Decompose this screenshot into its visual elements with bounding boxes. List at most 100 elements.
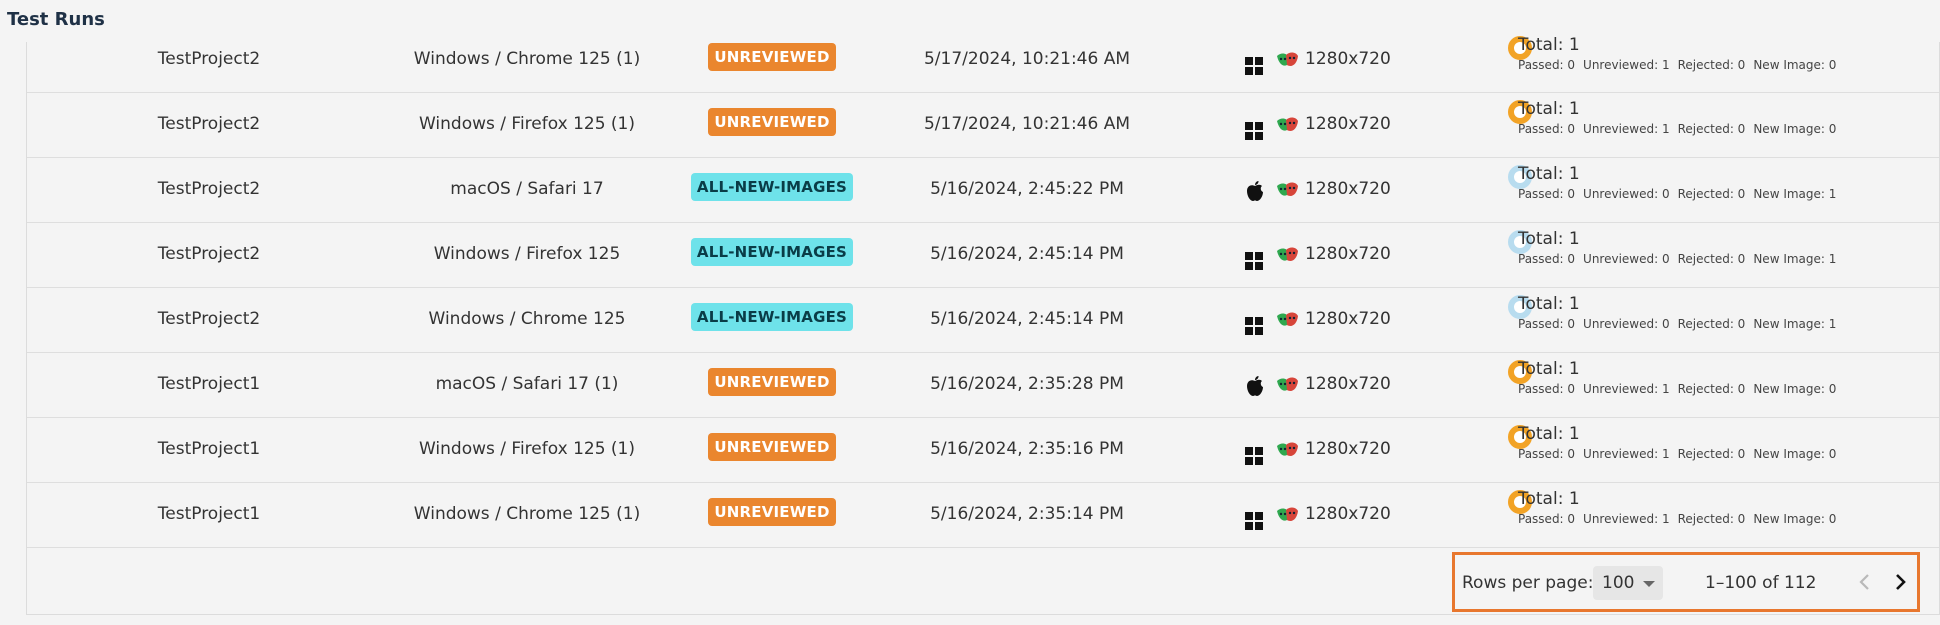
- browser-name: Windows / Firefox 125 (1): [418, 439, 636, 459]
- project-name: TestProject2: [157, 309, 261, 329]
- summary-unreviewed: Unreviewed: 0: [1583, 252, 1670, 266]
- status-cell: ALL-NEW-IMAGES: [667, 303, 877, 331]
- viewport-size: 1280x720: [1305, 49, 1391, 69]
- table-row[interactable]: TestProject2 Windows / Chrome 125 ALL-NEW-…: [27, 288, 1939, 353]
- summary-details: Passed: 0 Unreviewed: 1 Rejected: 0 New Ima…: [1518, 58, 1844, 72]
- summary-details: Passed: 0 Unreviewed: 1 Rejected: 0 New Ima…: [1518, 382, 1844, 396]
- browser-name: Windows / Firefox 125 (1): [418, 114, 636, 134]
- project-name: TestProject2: [157, 49, 261, 69]
- windows-icon: [1245, 122, 1263, 140]
- os-cell: [1245, 375, 1265, 402]
- table-row[interactable]: TestProject1 macOS / Safari 17 (1) UNREVIE…: [27, 353, 1939, 418]
- summary-details: Passed: 0 Unreviewed: 0 Rejected: 0 New Ima…: [1518, 187, 1844, 201]
- os-cell: [1245, 115, 1263, 140]
- status-badge: ALL-NEW-IMAGES: [690, 238, 854, 266]
- rows-per-page-value: 100: [1602, 573, 1635, 593]
- table-body: TestProject2 Windows / Chrome 125 (1) UNRE…: [27, 35, 1939, 548]
- summary-new-image: New Image: 0: [1753, 447, 1837, 461]
- status-cell: ALL-NEW-IMAGES: [667, 173, 877, 201]
- playwright-icon: [1277, 442, 1298, 456]
- summary-rejected: Rejected: 0: [1677, 382, 1746, 396]
- summary-new-image: New Image: 1: [1753, 317, 1837, 331]
- rows-per-page-select[interactable]: 100: [1593, 566, 1663, 600]
- status-cell: UNREVIEWED: [667, 108, 877, 136]
- previous-page-button[interactable]: [1850, 567, 1880, 597]
- rows-per-page-label: Rows per page:: [1462, 573, 1594, 593]
- browser-name: Windows / Chrome 125: [428, 309, 626, 329]
- app-cell: [1275, 505, 1299, 530]
- run-date: 5/17/2024, 10:21:46 AM: [923, 49, 1131, 69]
- summary-total: Total: 1: [1518, 294, 1580, 314]
- pagination-range: 1–100 of 112: [1705, 573, 1817, 593]
- summary-passed: Passed: 0: [1518, 187, 1576, 201]
- chevron-right-icon: [1896, 574, 1906, 590]
- summary-total: Total: 1: [1518, 489, 1580, 509]
- summary-details: Passed: 0 Unreviewed: 1 Rejected: 0 New Ima…: [1518, 122, 1844, 136]
- viewport-size: 1280x720: [1305, 244, 1391, 264]
- os-cell: [1245, 440, 1263, 465]
- viewport-size: 1280x720: [1305, 374, 1391, 394]
- summary-rejected: Rejected: 0: [1677, 58, 1746, 72]
- playwright-icon: [1277, 117, 1298, 131]
- app-cell: [1275, 180, 1299, 205]
- table-row[interactable]: TestProject2 macOS / Safari 17 ALL-NEW-IMA…: [27, 158, 1939, 223]
- browser-name: Windows / Firefox 125: [433, 244, 621, 264]
- summary-unreviewed: Unreviewed: 1: [1583, 58, 1670, 72]
- table-row[interactable]: TestProject2 Windows / Firefox 125 ALL-NEW…: [27, 223, 1939, 288]
- project-name: TestProject2: [157, 179, 261, 199]
- run-summary: Total: 1 Passed: 0 Unreviewed: 1 Rejected: …: [1481, 353, 1931, 417]
- summary-new-image: New Image: 1: [1753, 187, 1837, 201]
- summary-details: Passed: 0 Unreviewed: 1 Rejected: 0 New Ima…: [1518, 512, 1844, 526]
- chevron-left-icon: [1859, 574, 1869, 590]
- project-name: TestProject2: [157, 114, 261, 134]
- summary-passed: Passed: 0: [1518, 512, 1576, 526]
- status-cell: ALL-NEW-IMAGES: [667, 238, 877, 266]
- next-page-button[interactable]: [1885, 567, 1915, 597]
- table-row[interactable]: TestProject1 Windows / Firefox 125 (1) UNR…: [27, 418, 1939, 483]
- summary-passed: Passed: 0: [1518, 58, 1576, 72]
- run-summary: Total: 1 Passed: 0 Unreviewed: 0 Rejected: …: [1481, 288, 1931, 352]
- playwright-icon: [1277, 507, 1298, 521]
- summary-new-image: New Image: 0: [1753, 512, 1837, 526]
- browser-name: macOS / Safari 17 (1): [435, 374, 619, 394]
- status-badge: ALL-NEW-IMAGES: [690, 173, 854, 201]
- summary-passed: Passed: 0: [1518, 382, 1576, 396]
- run-date: 5/16/2024, 2:45:22 PM: [930, 179, 1124, 199]
- table-row[interactable]: TestProject2 Windows / Chrome 125 (1) UNRE…: [27, 35, 1939, 93]
- run-date: 5/16/2024, 2:45:14 PM: [930, 244, 1124, 264]
- os-cell: [1245, 505, 1263, 530]
- summary-new-image: New Image: 0: [1753, 382, 1837, 396]
- app-cell: [1275, 375, 1299, 400]
- test-runs-table: TestProject2 Windows / Chrome 125 (1) UNRE…: [26, 35, 1940, 615]
- os-cell: [1245, 245, 1263, 270]
- run-summary: Total: 1 Passed: 0 Unreviewed: 1 Rejected: …: [1481, 93, 1931, 157]
- status-badge: ALL-NEW-IMAGES: [690, 303, 854, 331]
- caret-down-icon: [1643, 581, 1655, 587]
- status-badge: UNREVIEWED: [708, 43, 836, 71]
- status-cell: UNREVIEWED: [667, 43, 877, 71]
- playwright-icon: [1277, 52, 1298, 66]
- run-date: 5/16/2024, 2:35:16 PM: [930, 439, 1124, 459]
- status-cell: UNREVIEWED: [667, 433, 877, 461]
- summary-rejected: Rejected: 0: [1677, 187, 1746, 201]
- table-row[interactable]: TestProject2 Windows / Firefox 125 (1) UNR…: [27, 93, 1939, 158]
- summary-new-image: New Image: 1: [1753, 252, 1837, 266]
- table-row[interactable]: TestProject1 Windows / Chrome 125 (1) UNRE…: [27, 483, 1939, 548]
- pagination-bar: Rows per page: 100 1–100 of 112: [1452, 552, 1920, 612]
- summary-total: Total: 1: [1518, 424, 1580, 444]
- summary-details: Passed: 0 Unreviewed: 0 Rejected: 0 New Ima…: [1518, 252, 1844, 266]
- status-cell: UNREVIEWED: [667, 498, 877, 526]
- summary-unreviewed: Unreviewed: 1: [1583, 382, 1670, 396]
- status-badge: UNREVIEWED: [708, 433, 836, 461]
- playwright-icon: [1277, 182, 1298, 196]
- app-cell: [1275, 115, 1299, 140]
- apple-icon: [1247, 376, 1263, 396]
- run-date: 5/16/2024, 2:45:14 PM: [930, 309, 1124, 329]
- summary-passed: Passed: 0: [1518, 122, 1576, 136]
- windows-icon: [1245, 512, 1263, 530]
- browser-name: Windows / Chrome 125 (1): [413, 504, 641, 524]
- viewport-size: 1280x720: [1305, 504, 1391, 524]
- run-summary: Total: 1 Passed: 0 Unreviewed: 1 Rejected: …: [1481, 483, 1931, 547]
- summary-new-image: New Image: 0: [1753, 122, 1837, 136]
- status-badge: UNREVIEWED: [708, 498, 836, 526]
